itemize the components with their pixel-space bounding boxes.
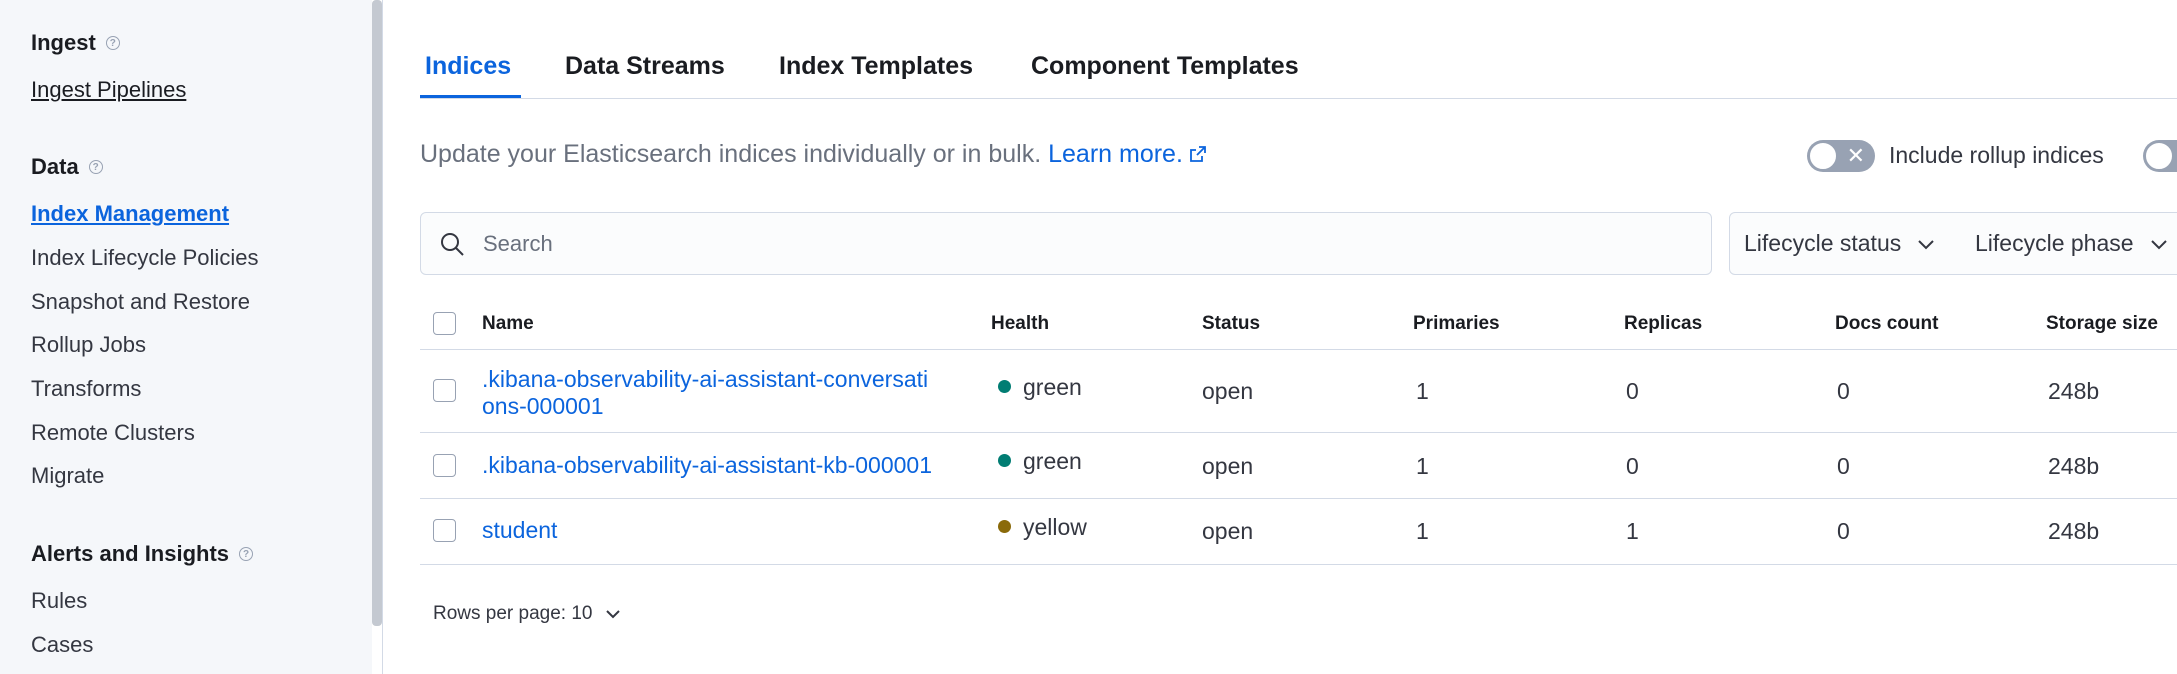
primaries-cell: 1 [1416, 453, 1429, 479]
tab-component-templates[interactable]: Component Templates [1031, 52, 1299, 81]
chevron-down-icon [605, 603, 621, 625]
rows-per-page-button[interactable]: Rows per page: 10 [433, 603, 621, 625]
column-header-status[interactable]: Status [1202, 313, 1260, 335]
replicas-cell: 1 [1626, 518, 1639, 544]
hidden-indices-toggle[interactable] [2143, 140, 2177, 172]
storage-size-cell: 248b [2048, 378, 2100, 404]
tabs-border [420, 98, 2177, 99]
column-header-replicas[interactable]: Replicas [1624, 313, 1702, 335]
sidebar-group-title: Data [31, 154, 79, 179]
sidebar-item-snapshot-and-restore[interactable]: Snapshot and Restore [31, 289, 250, 315]
learn-more-link[interactable]: Learn more. [1048, 140, 1207, 168]
health-dot-icon [998, 380, 1011, 394]
lifecycle-status-filter[interactable]: Lifecycle status [1729, 212, 1962, 275]
column-header-primaries[interactable]: Primaries [1413, 313, 1500, 335]
tab-indices[interactable]: Indices [425, 52, 511, 81]
help-icon[interactable]: ? [239, 547, 254, 561]
health-dot-icon [998, 520, 1011, 534]
page-description: Update your Elasticsearch indices indivi… [420, 140, 1207, 170]
replicas-cell: 0 [1626, 453, 1639, 479]
external-link-icon [1189, 141, 1207, 170]
index-name-line: ons-000001 [482, 393, 604, 419]
sidebar-group-title: Ingest [31, 30, 96, 55]
index-name-link[interactable]: student [482, 517, 557, 544]
rows-per-page-label: Rows per page: 10 [433, 603, 593, 624]
sidebar-item-rules[interactable]: Rules [31, 588, 87, 614]
sidebar: Ingest ? Ingest Pipelines Data ? Index M… [0, 0, 372, 674]
status-cell: open [1202, 453, 1254, 479]
health-cell: green [998, 448, 1082, 475]
storage-size-cell: 248b [2048, 518, 2100, 544]
sidebar-group-ingest: Ingest ? [31, 30, 120, 56]
search-input[interactable] [483, 213, 1683, 274]
sidebar-item-cases[interactable]: Cases [31, 632, 93, 658]
index-name-link[interactable]: .kibana-observability-ai-assistant-kb-00… [482, 452, 932, 479]
sidebar-item-remote-clusters[interactable]: Remote Clusters [31, 420, 195, 446]
search-icon [439, 231, 465, 262]
sidebar-item-ingest-pipelines[interactable]: Ingest Pipelines [31, 77, 186, 103]
toggle-knob [1809, 142, 1837, 170]
search-box [420, 212, 1712, 275]
replicas-cell: 0 [1626, 378, 1639, 404]
health-label: green [1023, 374, 1082, 400]
primaries-cell: 1 [1416, 378, 1429, 404]
learn-more-label: Learn more. [1048, 140, 1183, 168]
health-label: green [1023, 448, 1082, 474]
status-cell: open [1202, 518, 1254, 544]
row-checkbox[interactable] [433, 379, 456, 402]
column-header-docs-count[interactable]: Docs count [1835, 313, 1938, 335]
health-cell: yellow [998, 514, 1087, 541]
sidebar-item-transforms[interactable]: Transforms [31, 376, 141, 402]
docs-count-cell: 0 [1837, 518, 1850, 544]
index-name-link[interactable]: .kibana-observability-ai-assistant-conve… [482, 366, 928, 420]
sidebar-item-index-lifecycle-policies[interactable]: Index Lifecycle Policies [31, 245, 258, 271]
filter-label: Lifecycle phase [1975, 230, 2134, 256]
include-rollup-label: Include rollup indices [1889, 142, 2104, 168]
chevron-down-icon [1917, 230, 1935, 257]
tab-index-templates[interactable]: Index Templates [779, 52, 973, 81]
docs-count-cell: 0 [1837, 453, 1850, 479]
lifecycle-phase-filter[interactable]: Lifecycle phase [1961, 212, 2177, 275]
close-icon: ✕ [1846, 143, 1865, 168]
select-all-checkbox[interactable] [433, 312, 456, 335]
tab-data-streams[interactable]: Data Streams [565, 52, 725, 81]
sidebar-group-data: Data ? [31, 154, 103, 180]
row-divider [420, 432, 2177, 433]
chevron-down-icon [2150, 230, 2168, 257]
sidebar-scrollbar[interactable] [372, 0, 382, 626]
row-divider [420, 349, 2177, 350]
column-header-name[interactable]: Name [482, 313, 534, 335]
health-dot-icon [998, 454, 1011, 468]
docs-count-cell: 0 [1837, 378, 1850, 404]
index-name-line: .kibana-observability-ai-assistant-conve… [482, 366, 929, 392]
help-icon[interactable]: ? [105, 36, 120, 50]
status-cell: open [1202, 378, 1254, 404]
sidebar-item-migrate[interactable]: Migrate [31, 463, 104, 489]
row-checkbox[interactable] [433, 519, 456, 542]
help-icon[interactable]: ? [88, 160, 103, 174]
health-label: yellow [1023, 514, 1087, 540]
filter-label: Lifecycle status [1744, 230, 1902, 256]
column-header-health[interactable]: Health [991, 313, 1049, 335]
toggle-knob [2145, 142, 2173, 170]
divider [382, 0, 383, 674]
row-checkbox[interactable] [433, 454, 456, 477]
sidebar-item-index-management[interactable]: Index Management [31, 201, 229, 227]
description-text: Update your Elasticsearch indices indivi… [420, 140, 1042, 168]
sidebar-group-alerts-and-insights: Alerts and Insights ? [31, 541, 254, 567]
health-cell: green [998, 374, 1082, 401]
sidebar-item-rollup-jobs[interactable]: Rollup Jobs [31, 332, 146, 358]
row-divider [420, 498, 2177, 499]
primaries-cell: 1 [1416, 518, 1429, 544]
sidebar-group-title: Alerts and Insights [31, 541, 230, 566]
column-header-storage-size[interactable]: Storage size [2046, 313, 2158, 335]
include-rollup-toggle[interactable]: ✕ [1807, 140, 1875, 172]
row-divider [420, 564, 2177, 565]
storage-size-cell: 248b [2048, 453, 2100, 479]
